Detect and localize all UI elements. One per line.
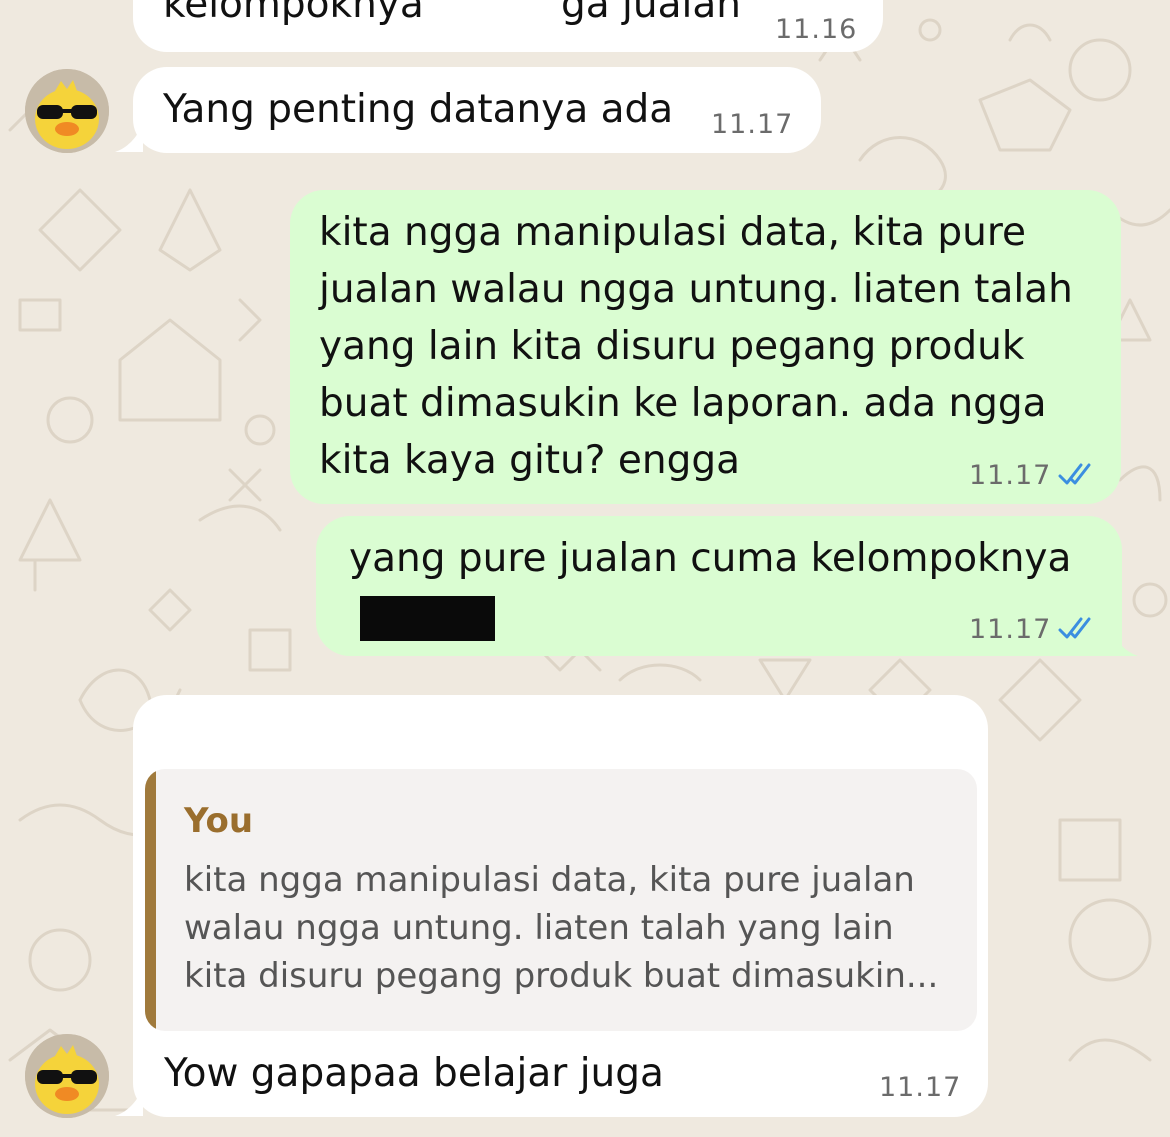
incoming-reply-bubble[interactable]: You kita ngga manipulasi data, kita pure… <box>133 695 988 1117</box>
incoming-message-bubble[interactable]: Yang penting datanya ada 11.17 <box>133 67 821 153</box>
incoming-message-bubble[interactable]: kelompoknya ga jualan 11.16 <box>133 0 883 52</box>
message-text-left: kelompoknya <box>163 0 424 27</box>
message-text: Yow gapapaa belajar juga <box>164 1051 664 1096</box>
outgoing-message-bubble[interactable]: yang pure jualan cuma kelompoknya 11.17 <box>316 516 1122 656</box>
outgoing-message-bubble[interactable]: kita ngga manipulasi data, kita pure jua… <box>290 190 1121 504</box>
message-text-right: ga jualan <box>561 0 741 27</box>
message-time: 11.17 <box>969 614 1052 645</box>
message-text: kita ngga manipulasi data, kita pure jua… <box>319 210 1073 483</box>
message-text: Yang penting datanya ada <box>163 87 674 132</box>
message-time: 11.17 <box>969 460 1052 491</box>
message-text: yang pure jualan cuma kelompoknya <box>349 536 1072 581</box>
message-time: 11.16 <box>775 14 858 45</box>
quote-accent-bar <box>145 769 156 1031</box>
quote-author: You <box>184 801 254 841</box>
contact-avatar[interactable] <box>25 1034 109 1118</box>
bubble-tail <box>1110 628 1138 656</box>
read-receipt-double-check-icon <box>1058 617 1091 639</box>
redaction-block <box>360 596 495 641</box>
read-receipt-double-check-icon <box>1058 463 1091 485</box>
quote-text: kita ngga manipulasi data, kita pure jua… <box>184 860 939 996</box>
message-time: 11.17 <box>711 109 794 140</box>
message-time: 11.17 <box>879 1072 962 1103</box>
quoted-message[interactable]: You kita ngga manipulasi data, kita pure… <box>145 769 977 1031</box>
contact-avatar[interactable] <box>25 69 109 153</box>
